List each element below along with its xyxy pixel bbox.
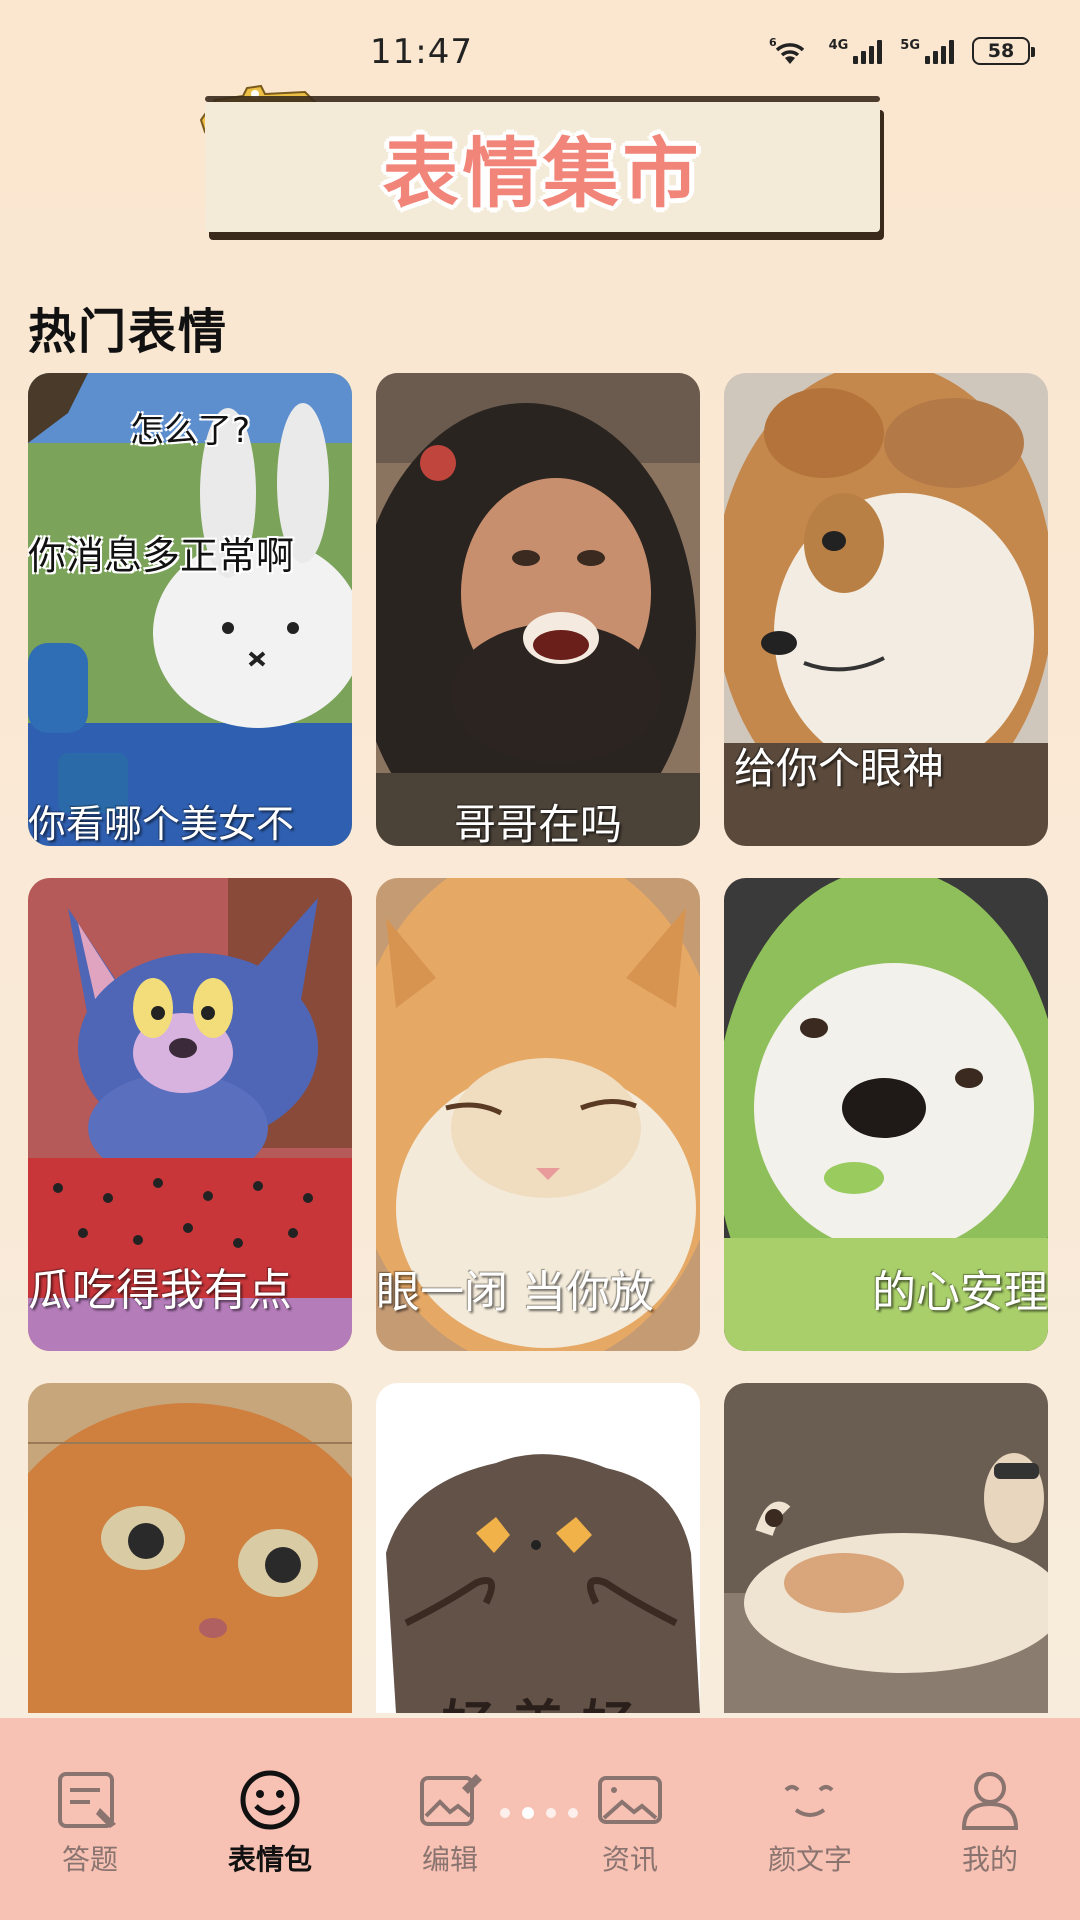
- tab-label: 资讯: [601, 1843, 658, 1876]
- tab-news[interactable]: 资讯: [540, 1718, 720, 1920]
- sticker-card-lying-dog[interactable]: [724, 1383, 1048, 1713]
- profile-icon: [961, 1772, 1019, 1830]
- page-dot: [500, 1808, 510, 1818]
- sticker-caption: 的心安理: [872, 1267, 1048, 1318]
- signal-5g-label: 5G: [900, 38, 920, 53]
- sticker-caption: 怎么了?: [129, 411, 251, 451]
- signal-4g-label: 4G: [828, 38, 849, 53]
- status-bar: 11:47 6 4G 5G 58: [0, 0, 1080, 100]
- page-indicator: [500, 1807, 578, 1819]
- tab-stickers[interactable]: 表情包: [180, 1718, 360, 1920]
- wifi-badge: 6: [769, 36, 777, 49]
- sticker-card-brown-blob[interactable]: 好 美 好: [376, 1383, 700, 1713]
- tab-profile[interactable]: 我的: [900, 1718, 1080, 1920]
- man-image: [376, 373, 700, 846]
- sticker-card-cat-closeup[interactable]: [28, 1383, 352, 1713]
- sticker-caption: 瓜吃得我有点: [28, 1265, 292, 1316]
- sticker-caption: 哥哥在吗: [453, 800, 622, 846]
- tab-label: 我的: [961, 1843, 1018, 1876]
- sticker-card-cabbage-dog[interactable]: 的心安理: [724, 878, 1048, 1351]
- news-image-icon: [598, 1776, 662, 1824]
- sticker-card-shiba-puppy[interactable]: 给你个眼神: [724, 373, 1048, 846]
- section-title: 热门表情: [28, 304, 229, 360]
- bottom-tab-bar: 答题 表情包 编辑 资讯 颜文字 我的: [0, 1718, 1080, 1920]
- sticker-caption: 给你个眼神: [734, 744, 945, 793]
- signal-5g-icon: 5G: [900, 38, 954, 64]
- tab-quiz[interactable]: 答题: [0, 1718, 180, 1920]
- market-banner: 表情集市: [205, 96, 880, 232]
- sticker-card-miffy[interactable]: 怎么了? 你消息多正常啊 你看哪个美女不: [28, 373, 352, 846]
- signal-4g-icon: 4G: [829, 38, 883, 64]
- tab-label: 颜文字: [767, 1843, 852, 1876]
- page-dot: [546, 1808, 556, 1818]
- page-dot: [568, 1808, 578, 1818]
- tab-label: 编辑: [421, 1843, 478, 1876]
- tab-label: 表情包: [227, 1843, 312, 1876]
- brown-blob-image: [376, 1383, 700, 1713]
- tab-kaomoji[interactable]: 颜文字: [720, 1718, 900, 1920]
- battery-icon: 58: [972, 37, 1035, 65]
- sticker-caption: 你消息多正常啊: [28, 534, 295, 578]
- sticker-card-tom-cat[interactable]: 瓜吃得我有点: [28, 878, 352, 1351]
- edit-image-icon: [420, 1774, 482, 1826]
- cat-closeup-image: [28, 1383, 352, 1713]
- page-dot-active: [522, 1807, 534, 1819]
- sticker-card-long-hair-man[interactable]: 哥哥在吗: [376, 373, 700, 846]
- smiley-icon: [240, 1770, 300, 1830]
- lying-dog-image: [724, 1383, 1048, 1713]
- sticker-card-orange-cat[interactable]: 眼一闭 当你放: [376, 878, 700, 1351]
- status-time: 11:47: [370, 32, 473, 72]
- quiz-icon: [58, 1772, 116, 1828]
- sticker-caption: 你看哪个美女不: [28, 802, 295, 846]
- tab-edit[interactable]: 编辑: [360, 1718, 540, 1920]
- status-icons: 6 4G 5G 58: [769, 36, 1035, 66]
- tab-label: 答题: [61, 1843, 118, 1876]
- kaomoji-face-icon: [784, 1785, 834, 1817]
- banner-title: 表情集市: [382, 129, 703, 218]
- sticker-caption: 好 美 好: [376, 1683, 700, 1713]
- sticker-caption: 眼一闭 当你放: [376, 1267, 654, 1318]
- wifi-icon: 6: [769, 36, 804, 64]
